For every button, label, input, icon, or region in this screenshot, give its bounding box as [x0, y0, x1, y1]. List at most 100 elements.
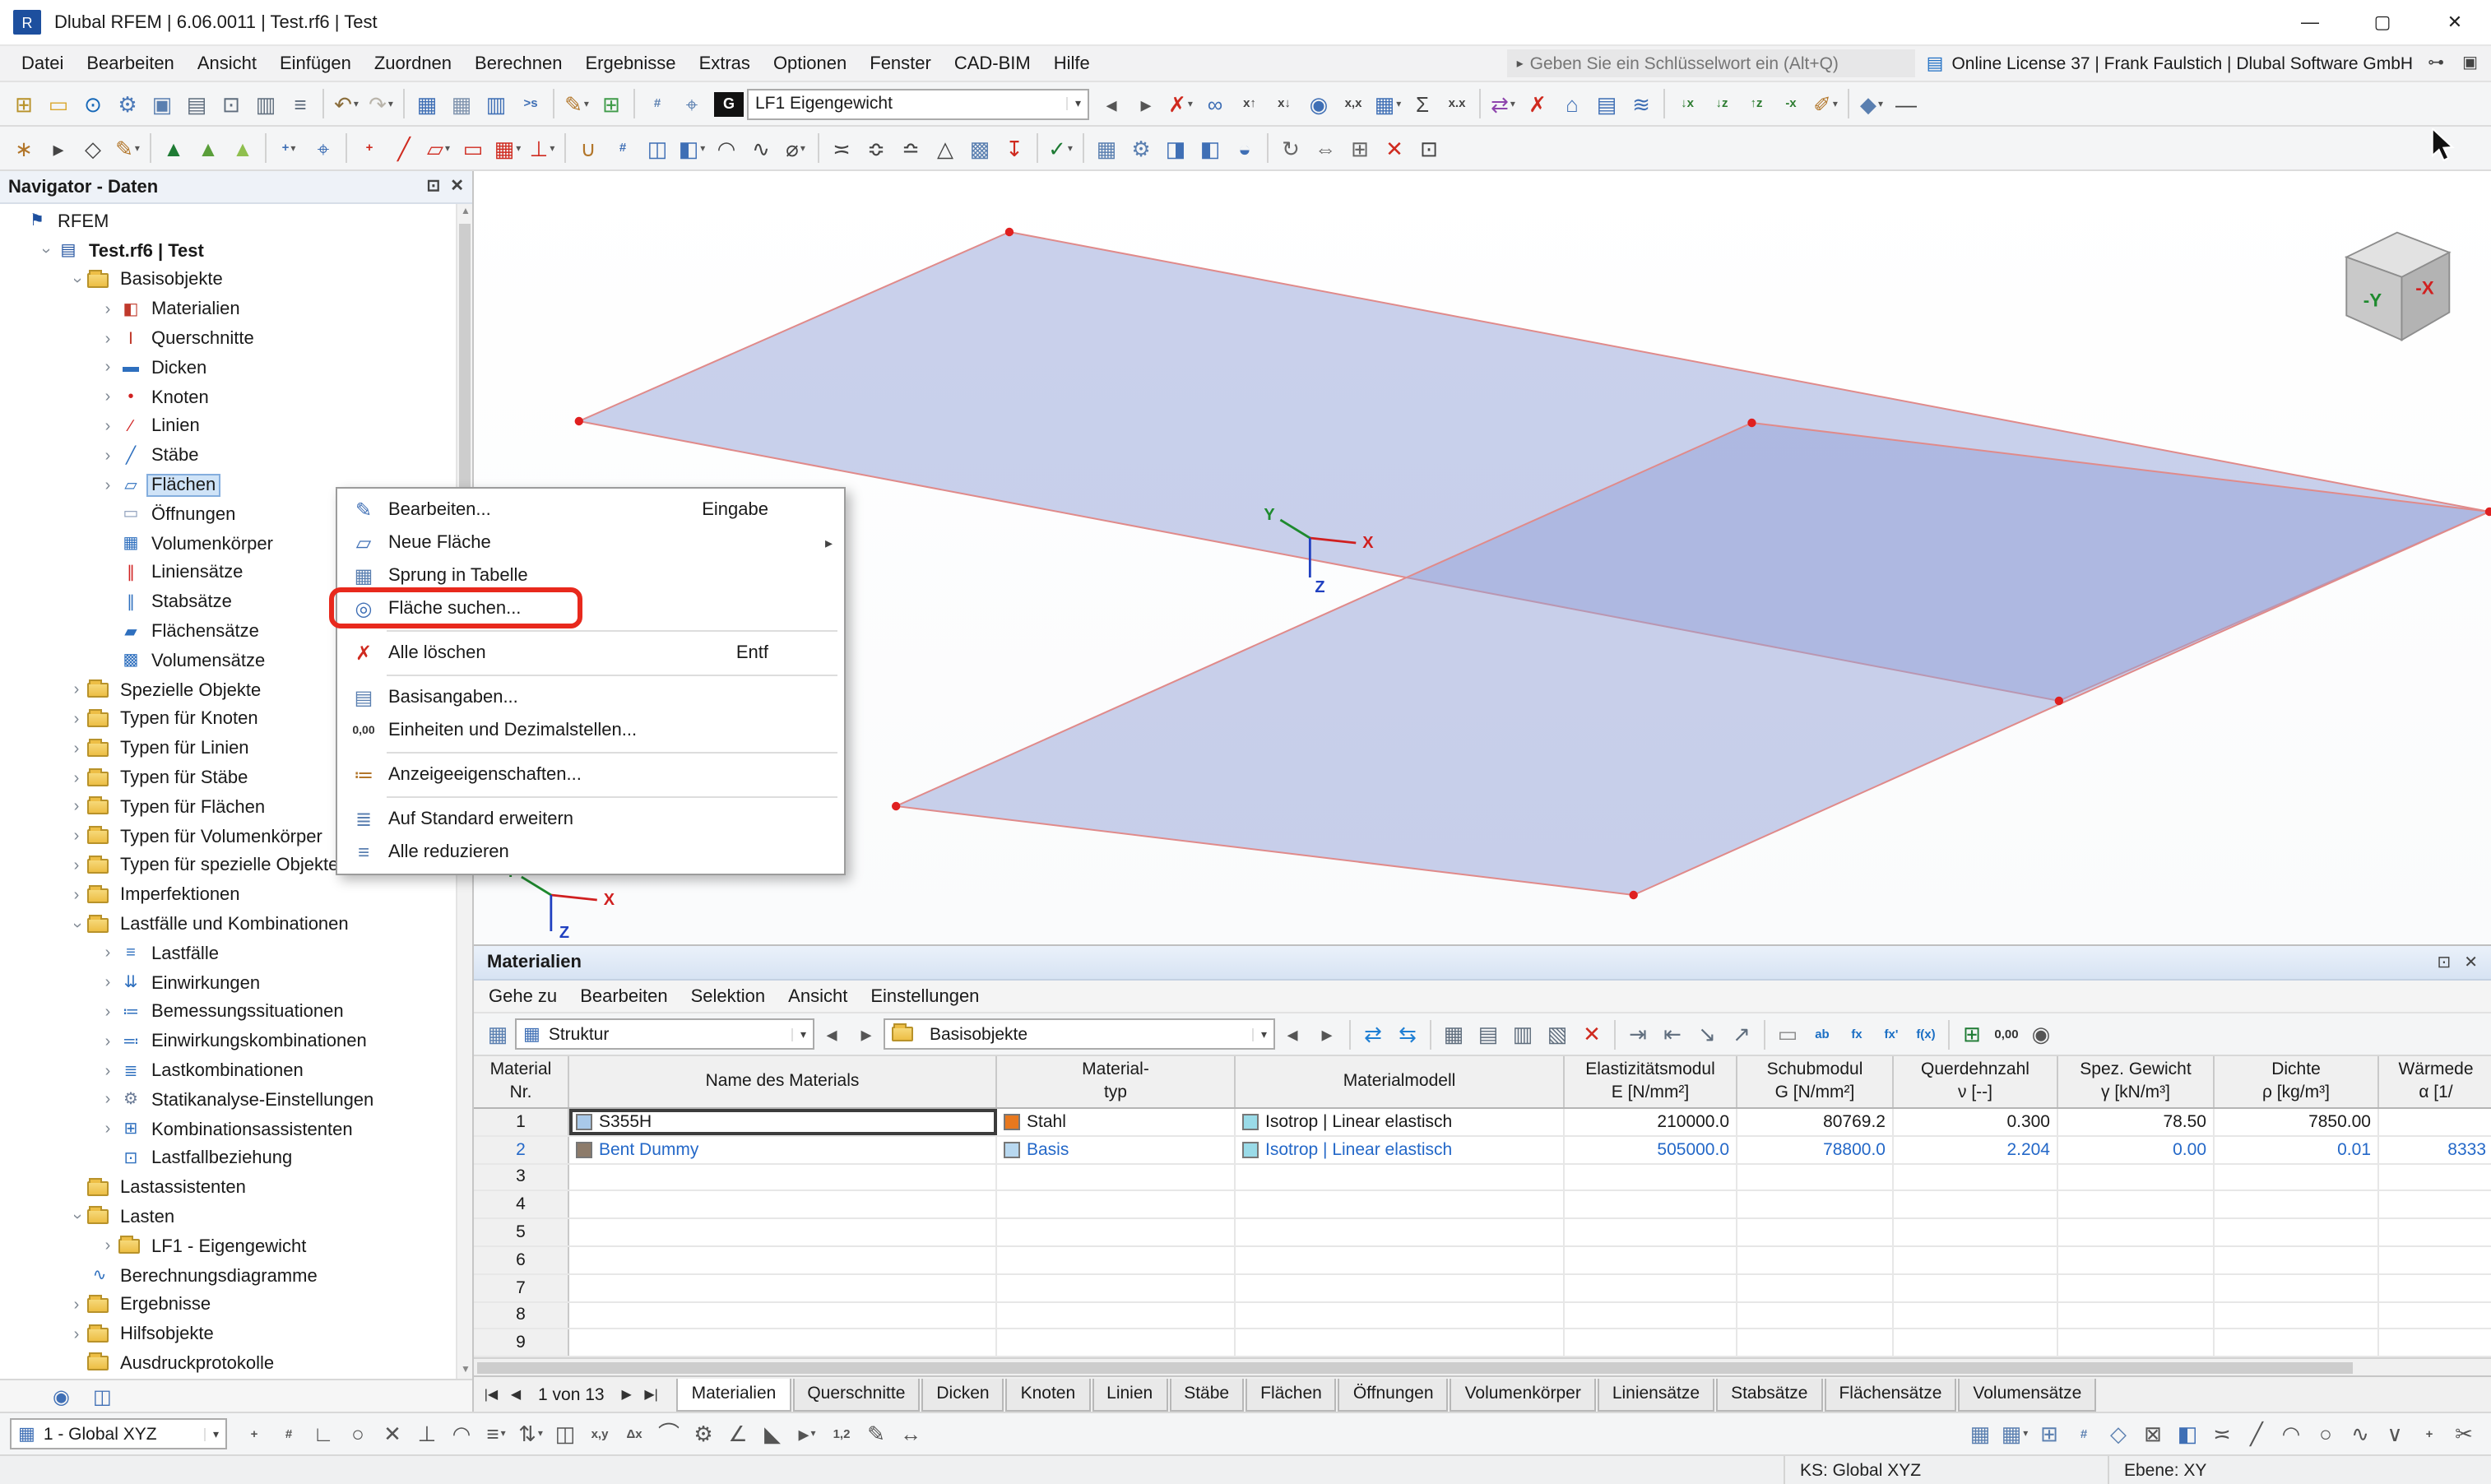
context-item-bearbeiten[interactable]: ✎Bearbeiten...Eingabe — [337, 494, 844, 526]
column-header-typ[interactable]: Material-typ — [997, 1056, 1236, 1107]
first-table-icon[interactable]: |◀ — [479, 1387, 503, 1402]
tree-item-lastfälle[interactable]: ≡Lastfälle — [0, 939, 472, 969]
cell-gamma[interactable] — [2058, 1330, 2215, 1356]
context-item-sprung-in-tabelle[interactable]: ▦Sprung in Tabelle — [337, 559, 844, 592]
tree-item-rfem[interactable]: ⚑RFEM — [0, 207, 472, 237]
table-row[interactable]: 1S355HStahlIsotrop | Linear elastisch210… — [474, 1109, 2491, 1137]
column-header-nr[interactable]: MaterialNr. — [474, 1056, 569, 1107]
table-row[interactable]: 6 — [474, 1247, 2491, 1275]
tree-expand-icon[interactable] — [97, 301, 118, 319]
cell-alpha[interactable] — [2379, 1192, 2491, 1218]
building-model-icon[interactable]: ▤ — [1589, 86, 1624, 122]
pan-view-icon[interactable]: ⇔ — [1308, 130, 1343, 166]
regenerate-icon[interactable]: ⇄▾ — [1486, 86, 1520, 122]
spline-tool2-icon[interactable]: ∿ — [2343, 1416, 2377, 1452]
loadcase-combobox[interactable]: LF1 Eigengewicht▾ — [747, 88, 1089, 119]
snap-magnet-icon[interactable]: ∪ — [571, 130, 605, 166]
clear-guides-icon[interactable]: ✕ — [1377, 130, 1412, 166]
table-row[interactable]: 2Bent DummyBasisIsotrop | Linear elastis… — [474, 1137, 2491, 1165]
tree-expand-icon[interactable] — [97, 945, 118, 963]
cell-modell[interactable] — [1236, 1302, 1565, 1329]
table-manager-icon[interactable]: ▦ — [480, 1016, 515, 1052]
cell-name[interactable] — [569, 1192, 997, 1218]
cell-nr[interactable]: 3 — [474, 1164, 569, 1190]
snap-grid-icon[interactable]: # — [271, 1416, 306, 1452]
tree-expand-icon[interactable] — [97, 974, 118, 992]
arc-tool2-icon[interactable]: ◠ — [2274, 1416, 2308, 1452]
view-columns-icon[interactable]: ▥ — [1505, 1016, 1540, 1052]
view-compact-icon[interactable]: ▦ — [1436, 1016, 1471, 1052]
cell-nu[interactable] — [1894, 1247, 2058, 1273]
display-style-icon[interactable]: ◆▾ — [1854, 86, 1889, 122]
cell-modell[interactable]: Isotrop | Linear elastisch — [1236, 1109, 1565, 1135]
line-grid-icon[interactable]: # — [605, 130, 640, 166]
table-strip-icon[interactable]: ▥ — [479, 86, 513, 122]
work-plane-select-icon[interactable]: ◫ — [548, 1416, 582, 1452]
tree-item-knoten[interactable]: •Knoten — [0, 383, 472, 413]
measure-icon[interactable]: ⌀▾ — [778, 130, 813, 166]
tree-expand-icon[interactable] — [66, 740, 87, 758]
cell-nr[interactable]: 1 — [474, 1109, 569, 1135]
table-menu-bearbeiten[interactable]: Bearbeiten — [568, 986, 679, 1006]
search-input[interactable] — [1530, 53, 1905, 73]
cell-e[interactable] — [1565, 1330, 1737, 1356]
model-check-icon[interactable]: ⌂ — [1555, 86, 1589, 122]
load-fz-icon[interactable]: ↓z — [1705, 86, 1739, 122]
panel-right-icon[interactable]: ◧ — [1193, 130, 1227, 166]
tree-expand-icon[interactable] — [97, 359, 118, 378]
tree-item-materialien[interactable]: ◧Materialien — [0, 295, 472, 325]
grid-display-icon[interactable]: ▦ — [1963, 1416, 1997, 1452]
dimension-icon[interactable]: ✐▾ — [1808, 86, 1843, 122]
menu-optionen[interactable]: Optionen — [762, 53, 858, 73]
gallery-icon[interactable]: ▥ — [248, 86, 283, 122]
cell-gamma[interactable] — [2058, 1302, 2215, 1329]
osnap-toggle-icon[interactable]: ◇ — [2101, 1416, 2136, 1452]
tree-expand-icon[interactable] — [66, 886, 87, 904]
context-item-alle-löschen[interactable]: ✗Alle löschenEntf — [337, 637, 844, 670]
snap-perp-icon[interactable]: ⊥ — [410, 1416, 444, 1452]
formula-fx-icon[interactable]: fx — [1839, 1016, 1874, 1052]
cell-typ[interactable] — [997, 1164, 1236, 1190]
cell-nu[interactable] — [1894, 1302, 2058, 1329]
float-panel-icon[interactable]: ⊡ — [426, 178, 440, 196]
cell-gamma[interactable] — [2058, 1247, 2215, 1273]
tab-liniensätze[interactable]: Liniensätze — [1598, 1378, 1714, 1411]
excel-export-icon[interactable]: ⊞ — [1955, 1016, 1989, 1052]
tree-expand-icon[interactable] — [97, 1120, 118, 1139]
table-row[interactable]: 4 — [474, 1192, 2491, 1220]
scrollbar-thumb[interactable] — [459, 224, 471, 500]
tree-item-hilfsobjekte[interactable]: Hilfsobjekte — [0, 1320, 472, 1350]
cell-typ[interactable]: Basis — [997, 1137, 1236, 1163]
cell-e[interactable] — [1565, 1302, 1737, 1329]
object-axes-icon[interactable]: ⌖ — [675, 86, 709, 122]
cell-typ[interactable] — [997, 1247, 1236, 1273]
angle-icon[interactable]: ∠ — [721, 1416, 755, 1452]
cell-nu[interactable]: 2.204 — [1894, 1137, 2058, 1163]
empty-cell-icon[interactable]: ▭ — [1770, 1016, 1805, 1052]
search-box[interactable]: ▸ — [1507, 49, 1915, 77]
tree-item-ausdruckprotokolle[interactable]: Ausdruckprotokolle — [0, 1349, 472, 1379]
font-ab-icon[interactable]: ab — [1805, 1016, 1839, 1052]
filter-edit-icon[interactable]: ✎▾ — [559, 86, 594, 122]
select-region-icon[interactable]: ◇ — [76, 130, 110, 166]
cell-name[interactable] — [569, 1302, 997, 1329]
cell-name[interactable]: S355H — [569, 1109, 997, 1135]
user-coordinate-icon[interactable]: ⌖ — [306, 130, 341, 166]
tree-expand-icon[interactable] — [97, 1062, 118, 1080]
tree-item-statikanalyse-einstellungen[interactable]: ⚙Statikanalyse-Einstellungen — [0, 1086, 472, 1115]
guide-lines-icon[interactable]: # — [640, 86, 675, 122]
rotate-view-icon[interactable]: ↻ — [1273, 130, 1308, 166]
scroll-down-icon[interactable]: ▼ — [461, 1366, 471, 1375]
tree-item-lastfallbeziehung[interactable]: ⊡Lastfallbeziehung — [0, 1144, 472, 1174]
horizontal-scrollbar[interactable] — [474, 1357, 2491, 1375]
cell-modell[interactable] — [1236, 1330, 1565, 1356]
select-box-icon[interactable]: ⊠ — [2136, 1416, 2170, 1452]
work-plane-icon[interactable]: ◫ — [640, 130, 675, 166]
context-item-anzeigeeigenschaften[interactable]: ≔Anzeigeeigenschaften... — [337, 758, 844, 791]
tab-flächensätze[interactable]: Flächensätze — [1824, 1378, 1956, 1411]
cell-g[interactable] — [1737, 1247, 1894, 1273]
select-arrow-icon[interactable]: ▸ — [41, 130, 76, 166]
column-header-g[interactable]: SchubmodulG [N/mm²] — [1737, 1056, 1894, 1107]
cell-nr[interactable]: 6 — [474, 1247, 569, 1273]
cell-typ[interactable] — [997, 1330, 1236, 1356]
